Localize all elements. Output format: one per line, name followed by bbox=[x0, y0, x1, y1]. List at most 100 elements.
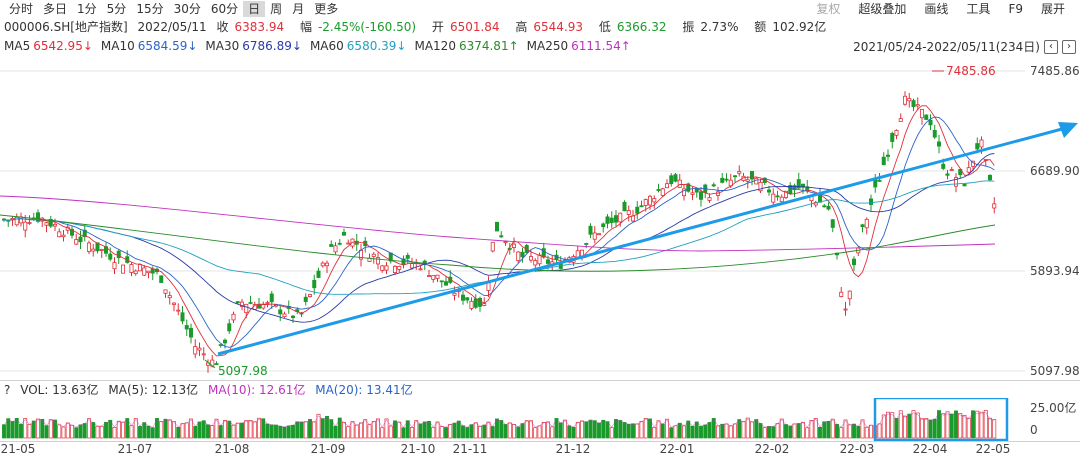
volume-bar bbox=[822, 421, 827, 439]
toolbar-button[interactable]: 超级叠加 bbox=[849, 1, 915, 17]
volume-bar bbox=[520, 423, 525, 439]
candle-body bbox=[537, 254, 542, 265]
volume-bar bbox=[104, 421, 108, 439]
candle-body bbox=[426, 275, 431, 277]
candle-body bbox=[201, 353, 206, 356]
toolbar-button[interactable]: F9 bbox=[999, 1, 1032, 17]
candle-body bbox=[197, 347, 202, 351]
candle-body bbox=[937, 141, 942, 147]
candle-body bbox=[907, 98, 912, 102]
volume-bar bbox=[448, 424, 453, 439]
toolbar-button[interactable]: 复权 bbox=[807, 1, 849, 17]
volume-ma5: MA(5): 12.13亿 bbox=[108, 383, 199, 397]
tab-period[interactable]: 分时 bbox=[4, 1, 38, 17]
volume-bar bbox=[240, 422, 244, 439]
volume-bar bbox=[99, 425, 104, 439]
low-label: 低 bbox=[598, 20, 611, 34]
amount-label: 额 bbox=[754, 20, 767, 34]
x-tick-label: 21-12 bbox=[555, 442, 591, 456]
volume-bar bbox=[988, 417, 992, 439]
candle-body bbox=[405, 254, 410, 259]
volume-bar bbox=[503, 424, 508, 439]
volume-bar bbox=[669, 427, 674, 439]
tab-period[interactable]: 更多 bbox=[309, 1, 343, 17]
volume-bar bbox=[533, 427, 538, 439]
candle-body bbox=[614, 215, 619, 223]
candle-body bbox=[669, 175, 674, 184]
candle-body bbox=[673, 174, 678, 182]
volume-bar bbox=[622, 422, 627, 439]
candle-body bbox=[720, 177, 725, 183]
tab-period[interactable]: 周 bbox=[265, 1, 287, 17]
volume-bar bbox=[856, 426, 861, 439]
range-next-button[interactable]: › bbox=[1062, 39, 1076, 54]
volume-bar bbox=[886, 411, 890, 439]
toolbar-button[interactable]: 工具 bbox=[957, 1, 999, 17]
volume-bar bbox=[303, 421, 308, 439]
candle-body bbox=[265, 302, 270, 304]
volume-bar bbox=[82, 423, 87, 439]
volume-bar bbox=[673, 425, 678, 439]
volume-bar bbox=[656, 420, 661, 439]
candle-body bbox=[894, 129, 899, 136]
volume-ma10: MA(10): 12.61亿 bbox=[207, 383, 306, 397]
candle-body bbox=[847, 290, 852, 300]
candle-body bbox=[903, 95, 908, 105]
volume-bar bbox=[490, 426, 495, 439]
toolbar-button[interactable]: 画线 bbox=[915, 1, 957, 17]
volume-bar bbox=[945, 411, 950, 439]
candle-body bbox=[91, 248, 96, 252]
volume-bar bbox=[597, 422, 601, 439]
tab-period[interactable]: 60分 bbox=[206, 1, 243, 17]
tab-period[interactable]: 月 bbox=[287, 1, 309, 17]
close-value: 6383.94 bbox=[234, 20, 285, 34]
candle-body bbox=[665, 183, 670, 189]
tab-period[interactable]: 日 bbox=[243, 1, 266, 17]
tab-period[interactable]: 1分 bbox=[72, 1, 102, 17]
tab-period[interactable]: 15分 bbox=[131, 1, 168, 17]
candle-body bbox=[546, 259, 551, 264]
volume-bar bbox=[767, 426, 771, 439]
volume-help-icon[interactable]: ? bbox=[4, 383, 10, 397]
volume-bar bbox=[979, 411, 984, 439]
candle-body bbox=[227, 323, 232, 332]
candle-body bbox=[133, 270, 138, 274]
volume-bar bbox=[325, 415, 329, 439]
volume-bar bbox=[184, 422, 189, 439]
candle-body bbox=[231, 313, 236, 321]
toolbar-button[interactable]: 展开 bbox=[1032, 1, 1074, 17]
volume-bar bbox=[588, 419, 593, 439]
candle-body bbox=[469, 300, 474, 309]
ma-label: MA250 bbox=[526, 39, 569, 53]
volume-bar bbox=[733, 423, 737, 439]
volume-bar bbox=[915, 412, 920, 439]
period-toolbar: 分时 多日 1分 5分 15分 30分 60分日周月更多 复权 超级叠加 画线 工具 F9 展开 bbox=[0, 0, 1080, 18]
volume-bar bbox=[354, 424, 359, 439]
volume-bar bbox=[388, 425, 393, 439]
x-tick-label: 21-07 bbox=[117, 442, 153, 456]
tab-period[interactable]: 多日 bbox=[38, 1, 72, 17]
candle-body bbox=[324, 262, 329, 267]
candlestick-chart[interactable]: 7485.86 6689.90 5893.94 5097.98 7485.86 5097.… bbox=[0, 55, 1080, 380]
volume-chart[interactable]: 25.00亿 0 bbox=[0, 398, 1080, 442]
volume-bar bbox=[758, 423, 763, 439]
volume-bar bbox=[299, 421, 304, 439]
volume-bar bbox=[444, 427, 448, 439]
tab-period[interactable]: 5分 bbox=[102, 1, 132, 17]
volume-bar bbox=[167, 419, 172, 439]
candle-body bbox=[248, 302, 253, 304]
ma-value: 6374.81↑ bbox=[458, 39, 519, 53]
candle-body bbox=[452, 292, 457, 296]
candle-body bbox=[533, 260, 538, 266]
candle-body bbox=[380, 265, 385, 271]
ma-value: 6111.54↑ bbox=[571, 39, 631, 53]
volume-bar bbox=[941, 413, 946, 439]
volume-bar bbox=[439, 426, 444, 439]
candle-body bbox=[826, 205, 831, 210]
candle-body bbox=[316, 270, 321, 278]
tab-period[interactable]: 30分 bbox=[169, 1, 206, 17]
volume-bar bbox=[631, 423, 635, 439]
candle-body bbox=[750, 171, 755, 180]
range-prev-button[interactable]: ‹ bbox=[1044, 39, 1058, 54]
candle-body bbox=[235, 301, 240, 304]
